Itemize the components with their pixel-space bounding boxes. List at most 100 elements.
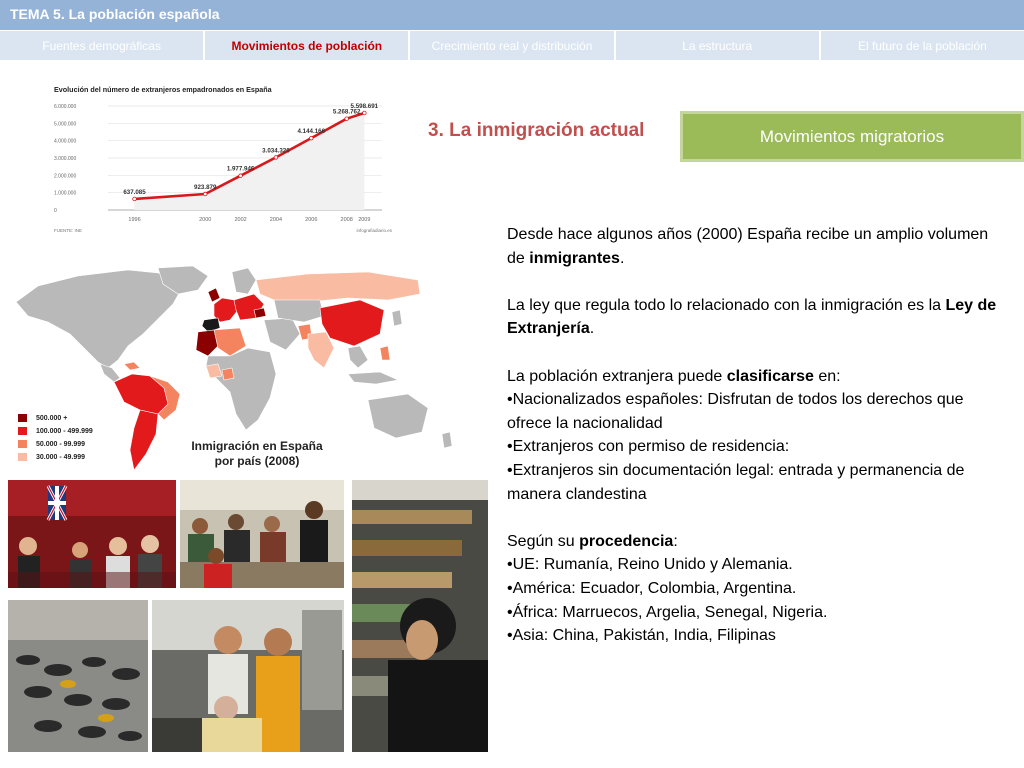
paragraph-origin: Según su procedencia:	[507, 530, 1007, 554]
text-run: La población extranjera puede	[507, 367, 727, 385]
chart-point	[203, 191, 208, 197]
chart-point	[309, 135, 314, 141]
list-item: •Extranjeros con permiso de residencia:	[507, 438, 790, 456]
chart-data-label: 637.085	[123, 189, 146, 196]
chart-point	[362, 110, 367, 116]
chart-y-tick-label: 3.000.000	[54, 156, 76, 162]
chart-point	[273, 155, 279, 160]
legend-item: 30.000 - 49.999	[18, 451, 93, 463]
page-title: TEMA 5. La población española	[10, 6, 220, 22]
list-item: •África: Marruecos, Argelia, Senegal, Ni…	[507, 603, 828, 621]
photo-nationality-ceremony	[8, 480, 176, 588]
chart-x-tick-label: 1996	[128, 217, 140, 223]
legend-label: 30.000 - 49.999	[36, 453, 86, 461]
tab-crecimiento-real[interactable]: Crecimiento real y distribución	[410, 31, 616, 60]
paragraph-classification: La población extranjera puede clasificar…	[507, 365, 1007, 389]
map-caribbean	[123, 361, 141, 371]
text-run-bold: inmigrantes	[529, 249, 620, 267]
movimientos-migratorios-button[interactable]: Movimientos migratorios	[680, 111, 1024, 162]
chart-x-tick-label: 2002	[234, 217, 246, 223]
map-uk	[207, 287, 221, 303]
map-nigeria	[221, 367, 235, 381]
chart-x-tick-label: 2009	[358, 217, 370, 223]
chart-point	[238, 173, 243, 178]
tab-movimientos-de-poblacion[interactable]: Movimientos de población	[205, 31, 411, 60]
chart-x-tick-label: 2000	[199, 217, 211, 223]
chart-data-label: 923.879	[194, 184, 217, 191]
content-text: Desde hace algunos años (2000) España re…	[507, 223, 1007, 648]
map-africa	[205, 347, 277, 431]
legend-swatch	[18, 427, 27, 435]
text-run-bold: procedencia	[579, 532, 674, 550]
legend-swatch	[18, 440, 27, 448]
map-legend: 500.000 + 100.000 - 499.999 50.000 - 99.…	[18, 412, 93, 464]
chart-x-tick-label: 2008	[341, 217, 353, 223]
map-russia	[255, 271, 421, 303]
chart-point	[132, 196, 137, 202]
paragraph-intro: Desde hace algunos años (2000) España re…	[507, 223, 1007, 270]
chart-y-tick-label: 6.000.000	[54, 104, 76, 110]
map-new-zealand	[441, 431, 453, 449]
chart-canvas: Evolución del número de extranjeros empa…	[54, 85, 393, 233]
list-item: •Extranjeros sin documentación legal: en…	[507, 461, 965, 503]
chart-data-label: 3.034.326	[262, 147, 290, 154]
paragraph-law: La ley que regula todo lo relacionado co…	[507, 294, 1007, 341]
legend-item: 100.000 - 499.999	[18, 425, 93, 437]
chart-source-left: FUENTE: INE	[54, 228, 82, 233]
map-caption: Inmigración en España por país (2008)	[182, 439, 332, 469]
legend-label: 500.000 +	[36, 414, 68, 422]
photo-migrants-group	[8, 600, 148, 752]
chart-y-tick-label: 4.000.000	[54, 139, 76, 145]
text-run: La ley que regula todo lo relacionado co…	[507, 296, 946, 314]
map-middle-east	[263, 317, 301, 351]
map-caption-line2: por país (2008)	[214, 454, 300, 468]
list-item: •América: Ecuador, Colombia, Argentina.	[507, 579, 797, 597]
map-south-america-south	[129, 409, 159, 471]
legend-swatch	[18, 414, 27, 422]
chart-y-tick-label: 0	[54, 208, 57, 214]
photo-subway-women	[152, 600, 344, 752]
section-nav: Fuentes demográficas Movimientos de pobl…	[0, 31, 1024, 60]
text-run: Según su	[507, 532, 580, 550]
map-north-america	[15, 269, 184, 369]
chart-x-tick-label: 2006	[305, 217, 317, 223]
tab-fuentes-demograficas[interactable]: Fuentes demográficas	[0, 31, 206, 60]
chart-data-label: 4.144.166	[298, 128, 326, 135]
map-central-asia	[273, 299, 325, 323]
chart-data-label: 5.598.691	[351, 103, 379, 110]
text-run: .	[589, 320, 595, 338]
legend-swatch	[18, 453, 27, 461]
photo-shop-worker	[352, 480, 488, 752]
list-item: •UE: Rumanía, Reino Unido y Alemania.	[507, 556, 793, 574]
legend-label: 100.000 - 499.999	[36, 427, 93, 435]
section-title: 3. La inmigración actual	[428, 120, 645, 141]
chart-y-tick-label: 2.000.000	[54, 173, 76, 179]
tab-futuro-poblacion[interactable]: El futuro de la población	[820, 31, 1024, 60]
map-romania	[253, 307, 267, 319]
text-run: .	[619, 249, 625, 267]
legend-item: 50.000 - 99.999	[18, 438, 93, 450]
chart-x-tick-label: 2004	[270, 217, 282, 223]
chart-y-tick-label: 5.000.000	[54, 121, 76, 127]
chart-point	[344, 116, 349, 121]
text-run-bold: clasificarse	[726, 367, 814, 385]
map-australia	[367, 393, 429, 439]
map-caption-line1: Inmigración en España	[191, 439, 323, 453]
map-japan	[391, 309, 403, 327]
chart-y-tick-label: 1.000.000	[54, 191, 76, 197]
chart-source-right: infografiadiario.es	[356, 228, 392, 233]
photo-classroom	[180, 480, 344, 588]
chart-title: Evolución del número de extranjeros empa…	[54, 85, 273, 94]
tab-la-estructura[interactable]: La estructura	[615, 31, 821, 60]
header-bar: TEMA 5. La población española	[0, 0, 1024, 30]
text-run: :	[673, 532, 678, 550]
legend-label: 50.000 - 99.999	[36, 440, 86, 448]
list-item: •Nacionalizados españoles: Disfrutan de …	[507, 391, 964, 432]
text-run: en:	[813, 367, 841, 385]
immigration-line-chart: Evolución del número de extranjeros empa…	[52, 84, 394, 236]
map-philippines	[379, 345, 391, 361]
map-southeast-asia	[347, 345, 369, 369]
legend-item: 500.000 +	[18, 412, 93, 424]
chart-data-label: 1.977.946	[227, 166, 255, 173]
map-scandinavia	[231, 267, 257, 295]
